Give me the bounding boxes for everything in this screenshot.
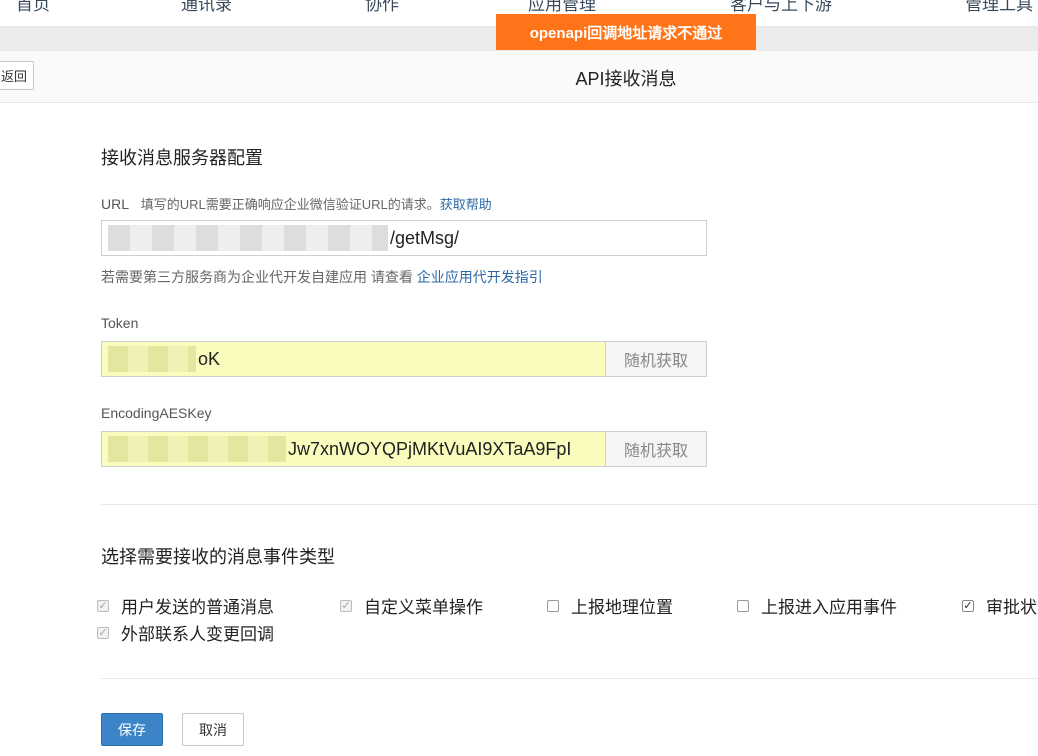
alert-text: openapi回调地址请求不通过 <box>529 24 723 42</box>
aes-input[interactable]: Jw7xnWOYQPjMKtVuAI9XTaA9FpI <box>101 431 606 467</box>
event-option-label: 上报进入应用事件 <box>761 598 897 617</box>
token-input[interactable]: oK <box>101 341 606 377</box>
token-value: oK <box>198 348 221 369</box>
checkbox-checked[interactable]: ✓ <box>962 599 974 612</box>
redacted-token-part <box>108 346 196 372</box>
url-label: URL <box>101 196 130 212</box>
token-random-button[interactable]: 随机获取 <box>605 341 707 377</box>
nav-item-tools[interactable]: 管理工具 <box>965 0 1033 15</box>
event-option-label: 自定义菜单操作 <box>364 598 483 617</box>
event-option-user-message[interactable]: ✓ 用户发送的普通消息 <box>97 593 274 618</box>
url-value: /getMsg/ <box>390 227 460 248</box>
url-hint: 填写的URL需要正确响应企业微信验证URL的请求。 <box>140 197 440 212</box>
checkbox-checked-disabled[interactable]: ✓ <box>97 626 109 639</box>
aes-random-label: 随机获取 <box>623 443 688 460</box>
event-option-menu[interactable]: ✓ 自定义菜单操作 <box>340 593 483 618</box>
checkbox-unchecked[interactable] <box>547 599 559 612</box>
checkbox-unchecked[interactable] <box>737 599 749 612</box>
url-input[interactable]: /getMsg/ <box>101 220 707 256</box>
checkbox-checked-disabled[interactable]: ✓ <box>340 599 352 612</box>
event-option-label: 用户发送的普通消息 <box>121 598 274 617</box>
event-option-label: 审批状 <box>986 598 1037 617</box>
redacted-url-part <box>108 225 388 251</box>
event-option-external-contact[interactable]: ✓ 外部联系人变更回调 <box>97 620 274 645</box>
back-button-label: 返回 <box>0 69 27 84</box>
redacted-aes-part <box>108 436 286 462</box>
event-option-label: 上报地理位置 <box>571 598 673 617</box>
event-option-approval[interactable]: ✓ 审批状 <box>962 593 1037 618</box>
third-party-link[interactable]: 企业应用代开发指引 <box>417 269 543 285</box>
event-option-label: 外部联系人变更回调 <box>121 625 274 644</box>
nav-item-contacts[interactable]: 通讯录 <box>181 0 232 15</box>
url-help-link[interactable]: 获取帮助 <box>440 197 492 212</box>
back-button[interactable]: 返回 <box>0 61 34 90</box>
aes-random-button[interactable]: 随机获取 <box>605 431 707 467</box>
aes-label: EncodingAESKey <box>101 405 212 421</box>
aes-value: Jw7xnWOYQPjMKtVuAI9XTaA9FpI <box>288 438 572 459</box>
section-divider <box>101 504 1038 505</box>
third-party-hint: 若需要第三方服务商为企业代开发自建应用 请查看 <box>101 269 413 285</box>
error-alert: openapi回调地址请求不通过 <box>496 14 756 50</box>
actions-divider <box>101 678 1038 679</box>
url-label-row: URL 填写的URL需要正确响应企业微信验证URL的请求。获取帮助 <box>101 194 492 213</box>
token-label: Token <box>101 315 139 331</box>
page-title: API接收消息 <box>575 69 677 89</box>
checkbox-checked-disabled[interactable]: ✓ <box>97 599 109 612</box>
nav-item-customers[interactable]: 客户与上下游 <box>730 0 832 15</box>
nav-item-apps[interactable]: 应用管理 <box>528 0 596 15</box>
third-party-row: 若需要第三方服务商为企业代开发自建应用 请查看 企业应用代开发指引 <box>101 267 543 287</box>
nav-item-collab[interactable]: 协作 <box>365 0 399 15</box>
nav-item-home[interactable]: 首页 <box>16 0 50 15</box>
server-config-title: 接收消息服务器配置 <box>101 148 263 168</box>
event-option-location[interactable]: 上报地理位置 <box>547 593 673 618</box>
save-button[interactable]: 保存 <box>101 713 163 746</box>
cancel-button[interactable]: 取消 <box>182 713 244 746</box>
cancel-button-label: 取消 <box>199 721 227 738</box>
token-random-label: 随机获取 <box>623 353 688 370</box>
page-header: 返回 API接收消息 <box>0 51 1038 103</box>
events-title: 选择需要接收的消息事件类型 <box>101 547 335 567</box>
save-button-label: 保存 <box>118 721 146 738</box>
event-option-enter-app[interactable]: 上报进入应用事件 <box>737 593 897 618</box>
